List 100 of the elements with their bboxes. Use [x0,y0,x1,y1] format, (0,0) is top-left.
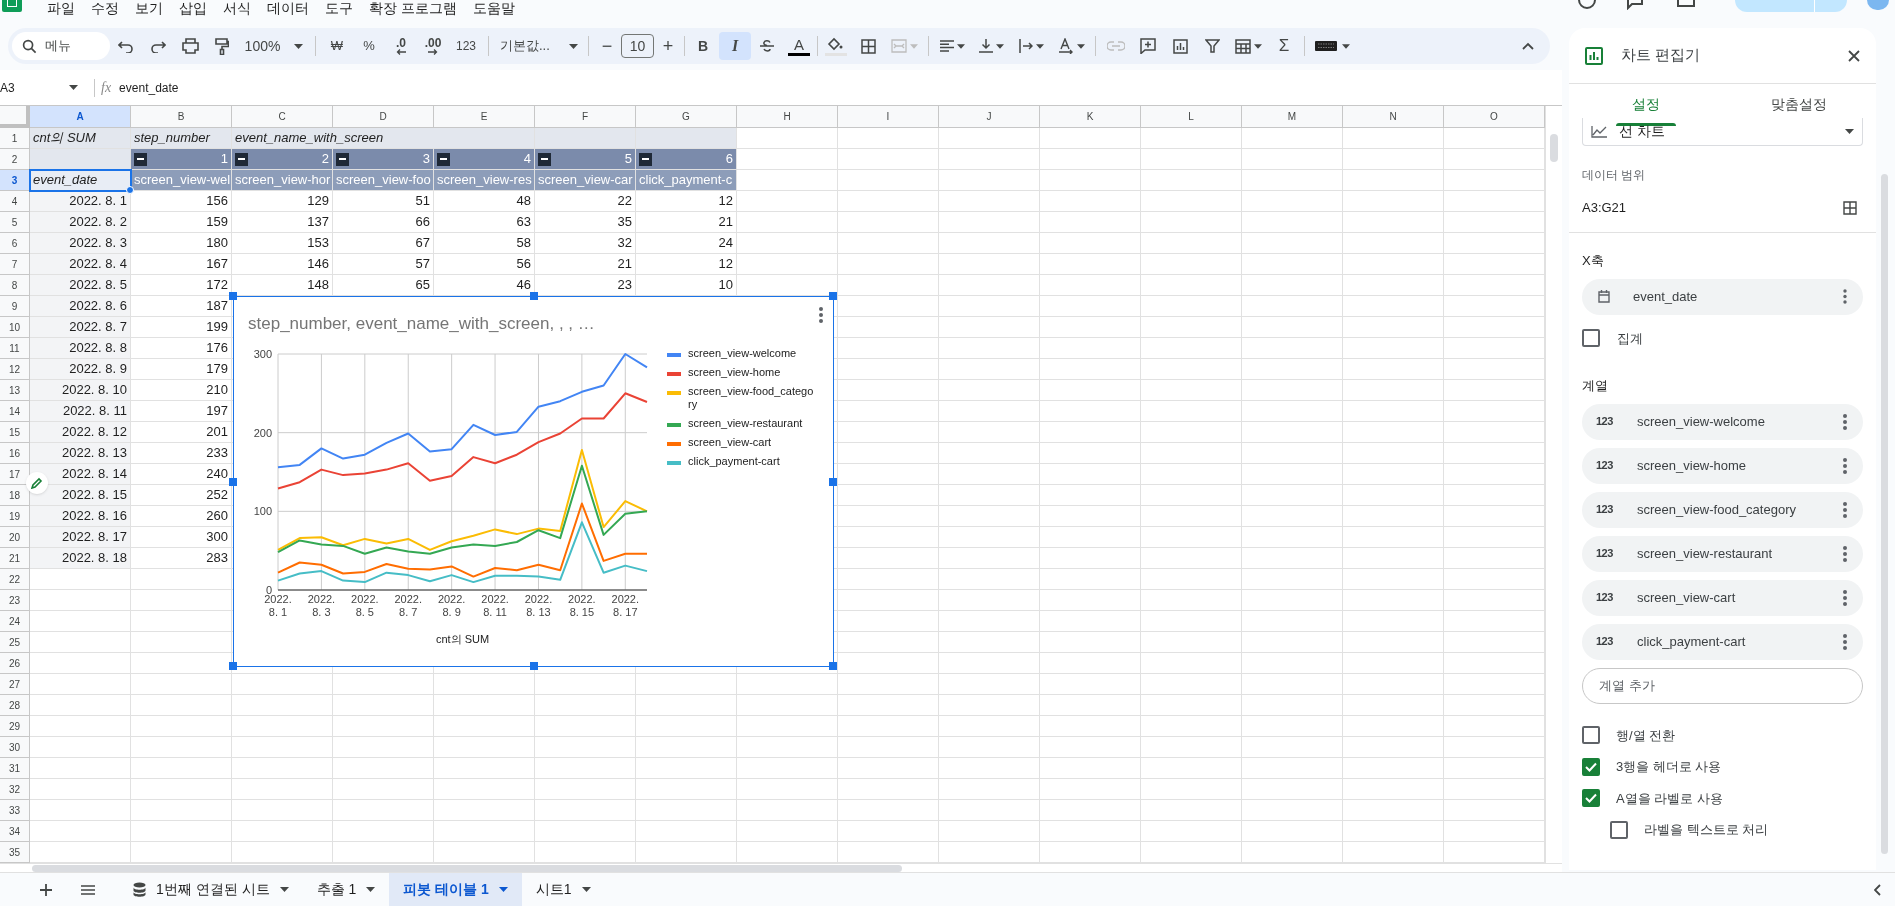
row-header[interactable]: 12 [0,359,30,380]
column-header[interactable]: O [1444,106,1545,128]
more-icon[interactable] [1843,457,1847,474]
italic-button[interactable]: I [719,32,751,60]
column-header[interactable]: L [1141,106,1242,128]
grid-select-icon[interactable] [1843,201,1857,215]
row-header[interactable]: 4 [0,191,30,212]
row-header[interactable]: 25 [0,632,30,653]
collapse-icon[interactable] [235,152,248,166]
font-size-field[interactable]: 10 [621,34,654,58]
collapse-icon[interactable] [336,152,349,166]
row-header[interactable]: 33 [0,800,30,821]
more-icon[interactable] [1843,501,1847,518]
more-icon[interactable] [1843,589,1847,606]
row-header[interactable]: 27 [0,674,30,695]
chevron-left-icon[interactable] [1874,883,1881,896]
menu-item[interactable]: 데이터 [267,0,309,19]
row-header[interactable]: 10 [0,317,30,338]
column-header[interactable]: J [939,106,1040,128]
name-box[interactable]: A3 [0,75,88,100]
more-icon[interactable] [1843,545,1847,562]
history-icon[interactable] [1577,0,1597,10]
row-header[interactable]: 30 [0,737,30,758]
row-header[interactable]: 21 [0,548,30,569]
bold-button[interactable]: B [687,32,719,60]
row-header[interactable]: 6 [0,233,30,254]
resize-handle[interactable] [829,477,837,486]
present-icon[interactable] [1677,0,1695,10]
row-header[interactable]: 29 [0,716,30,737]
column-header[interactable]: C [232,106,333,128]
column-header[interactable]: B [131,106,232,128]
functions-button[interactable]: Σ [1268,32,1300,60]
app-logo[interactable] [2,0,22,12]
row-header[interactable]: 34 [0,821,30,842]
decrease-font-size-button[interactable]: − [593,32,621,60]
scrollbar-thumb[interactable] [1550,134,1558,162]
column-header[interactable]: M [1242,106,1343,128]
collapse-icon[interactable] [538,152,551,166]
row-header[interactable]: 23 [0,590,30,611]
increase-font-size-button[interactable]: + [654,32,682,60]
menu-item[interactable]: 서식 [223,0,251,19]
row-header[interactable]: 8 [0,275,30,296]
column-header[interactable]: H [737,106,838,128]
row-header[interactable]: 17 [0,464,30,485]
row-header[interactable]: 20 [0,527,30,548]
search-menu-field[interactable]: 메뉴 [12,32,110,60]
more-icon[interactable] [1843,413,1847,430]
more-icon[interactable] [819,307,823,323]
row-header[interactable]: 28 [0,695,30,716]
resize-handle[interactable] [829,292,837,300]
checkbox[interactable] [1582,329,1600,348]
row-header[interactable]: 1 [0,128,30,149]
row-header[interactable]: 24 [0,611,30,632]
row-header[interactable]: 26 [0,653,30,674]
series-chip[interactable]: 123 click_payment-cart [1582,623,1863,660]
sheet-tab[interactable]: 1번째 연결된 시트 [119,873,303,906]
row-header[interactable]: 35 [0,842,30,863]
more-icon[interactable] [1843,633,1847,650]
number-format-button[interactable]: 123 [449,32,483,60]
column-header[interactable]: A [30,106,131,128]
menu-item[interactable]: 수정 [91,0,119,19]
series-chip[interactable]: 123 screen_view-food_category [1582,491,1863,528]
sheet-tab[interactable]: 시트1 [521,873,605,906]
series-chip[interactable]: 123 screen_view-home [1582,447,1863,484]
column-header[interactable]: N [1343,106,1444,128]
column-header[interactable]: E [434,106,535,128]
column-header[interactable]: G [636,106,737,128]
checkbox[interactable] [1582,757,1600,776]
row-header[interactable]: 22 [0,569,30,590]
checkbox[interactable] [1582,726,1600,745]
more-icon[interactable] [1843,289,1847,304]
column-header[interactable]: F [535,106,636,128]
row-header[interactable]: 14 [0,401,30,422]
currency-button[interactable]: ₩ [321,32,353,60]
row-header[interactable]: 3 [0,170,30,191]
checkbox[interactable] [1582,789,1600,808]
collapse-icon[interactable] [437,152,450,166]
row-header[interactable]: 15 [0,422,30,443]
close-icon[interactable] [1848,49,1860,62]
menu-item[interactable]: 보기 [135,0,163,19]
menu-item[interactable]: 확장 프로그램 [369,0,457,19]
comment-icon[interactable] [1625,0,1645,10]
chart-type-dropdown[interactable]: 선 차트 [1582,118,1863,146]
series-chip[interactable]: 123 screen_view-cart [1582,579,1863,616]
column-header[interactable]: K [1040,106,1141,128]
row-header[interactable]: 2 [0,149,30,170]
row-header[interactable]: 19 [0,506,30,527]
row-header[interactable]: 7 [0,254,30,275]
percent-button[interactable]: % [353,32,385,60]
resize-handle[interactable] [229,662,237,670]
menu-item[interactable]: 파일 [47,0,75,19]
column-header[interactable]: I [838,106,939,128]
row-header[interactable]: 11 [0,338,30,359]
collapse-icon[interactable] [134,152,147,166]
column-header[interactable]: D [333,106,434,128]
scrollbar-thumb[interactable] [32,864,902,872]
formula-input[interactable]: event_date [119,78,720,97]
text-color-button[interactable]: A [783,32,815,60]
font-dropdown[interactable]: 기본값... [494,32,584,60]
sheet-tab[interactable]: 피봇 테이블 1 [389,873,522,906]
